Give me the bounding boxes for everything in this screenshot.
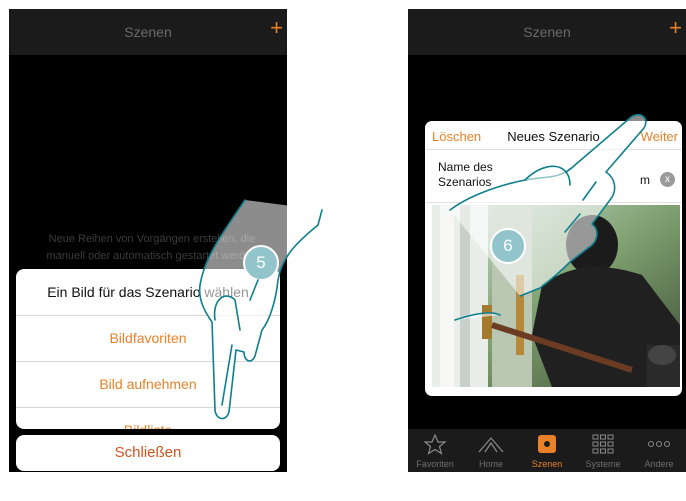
delete-button[interactable]: Löschen: [432, 129, 481, 144]
tab-label: Systeme: [585, 459, 621, 469]
tab-label: Favoriten: [416, 459, 454, 469]
scenes-icon: [520, 433, 574, 455]
close-button[interactable]: Schließen: [16, 435, 280, 471]
star-icon: [408, 433, 462, 455]
sheet-heading: Ein Bild für das Szenario wählen: [16, 269, 280, 316]
next-button[interactable]: Weiter: [641, 129, 678, 144]
image-choice-sheet: Ein Bild für das Szenario wählen Bildfav…: [16, 269, 280, 429]
tab-scenes[interactable]: Szenen: [520, 429, 574, 472]
left-phone-screen: Szenen + Neue Reihen von Vorgängen erste…: [9, 9, 287, 472]
clear-x-icon[interactable]: x: [660, 172, 675, 187]
bottom-tab-bar: Favoriten Home Szenen Systeme Andere: [408, 429, 686, 472]
tab-home[interactable]: Home: [464, 429, 518, 472]
option-image-favorites[interactable]: Bildfavoriten: [16, 316, 280, 362]
empty-hint-text: Neue Reihen von Vorgängen erstellen, die…: [46, 233, 258, 262]
screen-title: Szenen: [124, 24, 172, 40]
screen-title: Szenen: [523, 24, 571, 40]
top-bar: Szenen +: [9, 9, 287, 55]
tab-label: Home: [478, 459, 503, 469]
scenario-photo[interactable]: [432, 205, 680, 387]
new-scenario-dialog: Neues Szenario Löschen Weiter Name des S…: [425, 121, 682, 396]
option-take-picture[interactable]: Bild aufnehmen: [16, 362, 280, 408]
tab-label: Andere: [644, 459, 674, 469]
right-phone-screen: Szenen + Neues Szenario Löschen Weiter N…: [408, 9, 686, 472]
tab-label: Szenen: [531, 459, 563, 469]
tab-favorites[interactable]: Favoriten: [408, 429, 462, 472]
tab-other[interactable]: Andere: [632, 429, 686, 472]
grid-icon: [576, 433, 630, 455]
plus-icon[interactable]: +: [270, 17, 283, 39]
dialog-header: Neues Szenario Löschen Weiter: [425, 121, 682, 150]
scenario-name-value[interactable]: m: [640, 173, 650, 187]
tab-systems[interactable]: Systeme: [576, 429, 630, 472]
house-icon: [464, 433, 518, 455]
option-image-list[interactable]: Bildliste: [16, 408, 280, 429]
step-badge-6: 6: [490, 228, 526, 264]
top-bar: Szenen +: [408, 9, 686, 55]
plus-icon[interactable]: +: [669, 17, 682, 39]
scenario-name-field[interactable]: Name des Szenarios m x: [425, 150, 682, 203]
scenario-name-label: Name des Szenarios: [438, 160, 493, 189]
step-badge-5: 5: [243, 245, 279, 281]
more-dots-icon: [632, 433, 686, 455]
